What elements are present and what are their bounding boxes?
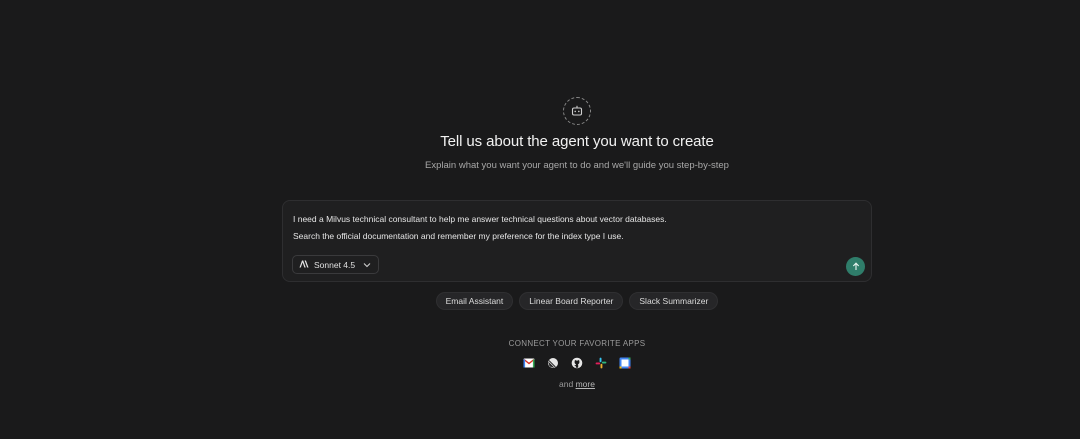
suggestion-chips: Email Assistant Linear Board Reporter Sl… — [0, 292, 1080, 310]
prompt-line-1: I need a Milvus technical consultant to … — [293, 214, 667, 224]
page-subtitle: Explain what you want your agent to do a… — [425, 160, 729, 171]
prompt-line-2: Search the official documentation and re… — [293, 231, 624, 241]
and-text: and — [559, 379, 576, 389]
suggestion-chip-slack-summarizer[interactable]: Slack Summarizer — [629, 292, 719, 310]
model-label: Sonnet 4.5 — [314, 259, 356, 270]
arrow-up-icon — [852, 258, 860, 276]
prompt-text[interactable]: I need a Milvus technical consultant to … — [293, 211, 853, 245]
more-apps-link[interactable]: more — [576, 379, 595, 389]
gmail-icon[interactable] — [523, 357, 535, 369]
send-button[interactable] — [846, 257, 865, 276]
slack-icon[interactable] — [595, 357, 607, 369]
linear-icon[interactable] — [547, 357, 559, 369]
agent-builder-page: Tell us about the agent you want to crea… — [0, 0, 1080, 439]
chevron-down-icon — [363, 260, 371, 270]
page-title: Tell us about the agent you want to crea… — [440, 133, 714, 150]
suggestion-chip-linear-board-reporter[interactable]: Linear Board Reporter — [519, 292, 624, 310]
github-icon[interactable] — [571, 357, 583, 369]
app-icons-row — [0, 357, 1080, 369]
more-apps-line: and more — [0, 379, 1080, 389]
agent-description-input[interactable]: I need a Milvus technical consultant to … — [282, 200, 872, 282]
google-calendar-icon[interactable] — [619, 357, 631, 369]
anthropic-icon — [299, 260, 309, 270]
connect-apps-label: CONNECT YOUR FAVORITE APPS — [508, 339, 646, 348]
model-selector[interactable]: Sonnet 4.5 — [292, 255, 380, 274]
suggestion-chip-email-assistant[interactable]: Email Assistant — [435, 292, 514, 310]
agent-bot-icon — [563, 97, 591, 125]
